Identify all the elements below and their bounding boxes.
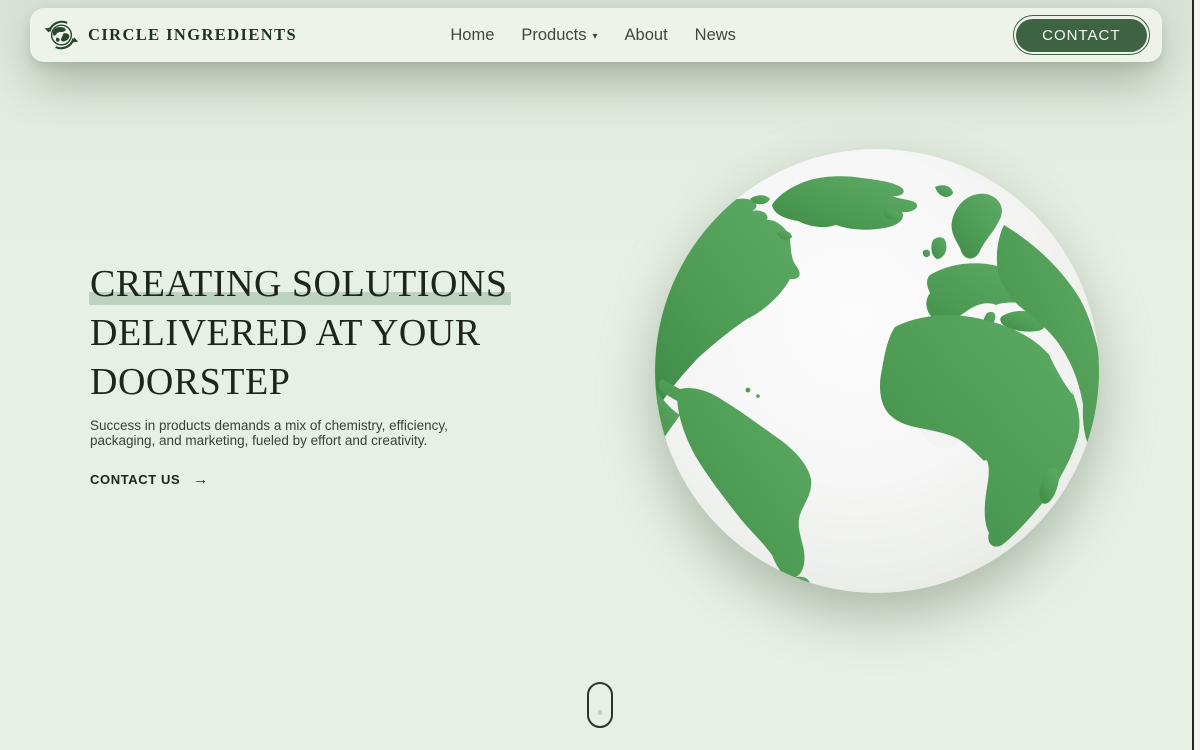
brand-logo[interactable]: CIRCLE INGREDIENTS (43, 18, 297, 52)
contact-us-label: CONTACT US (90, 472, 180, 487)
hero-section: CREATING SOLUTIONS DELIVERED AT YOUR DOO… (90, 260, 535, 489)
nav-item-home[interactable]: Home (450, 26, 494, 45)
scrollbar-track[interactable] (1192, 0, 1200, 750)
nav-item-products[interactable]: Products ▾ (521, 26, 597, 45)
globe-recycle-icon (43, 18, 79, 52)
arrow-right-icon: → (193, 471, 209, 488)
nav-item-news[interactable]: News (695, 26, 736, 45)
contact-button[interactable]: CONTACT (1013, 15, 1150, 55)
chevron-down-icon: ▾ (593, 31, 598, 42)
scroll-indicator-dot (598, 710, 603, 715)
page-title: CREATING SOLUTIONS DELIVERED AT YOUR DOO… (90, 260, 535, 407)
hero-subtext: Success in products demands a mix of che… (90, 418, 492, 448)
nav-item-about[interactable]: About (625, 26, 668, 45)
earth-globe-illustration (652, 147, 1102, 597)
main-nav: Home Products ▾ About News (450, 8, 736, 62)
hero-heading-line2: DELIVERED AT YOUR (90, 309, 535, 358)
contact-us-link[interactable]: CONTACT US → (90, 471, 209, 488)
header-bar: CIRCLE INGREDIENTS Home Products ▾ About… (30, 8, 1162, 62)
hero-heading-line1: CREATING SOLUTIONS (90, 260, 508, 309)
contact-button-label[interactable]: CONTACT (1016, 19, 1146, 52)
brand-name: CIRCLE INGREDIENTS (88, 25, 297, 45)
hero-heading-line3: DOORSTEP (90, 358, 535, 407)
scroll-indicator (587, 682, 613, 728)
